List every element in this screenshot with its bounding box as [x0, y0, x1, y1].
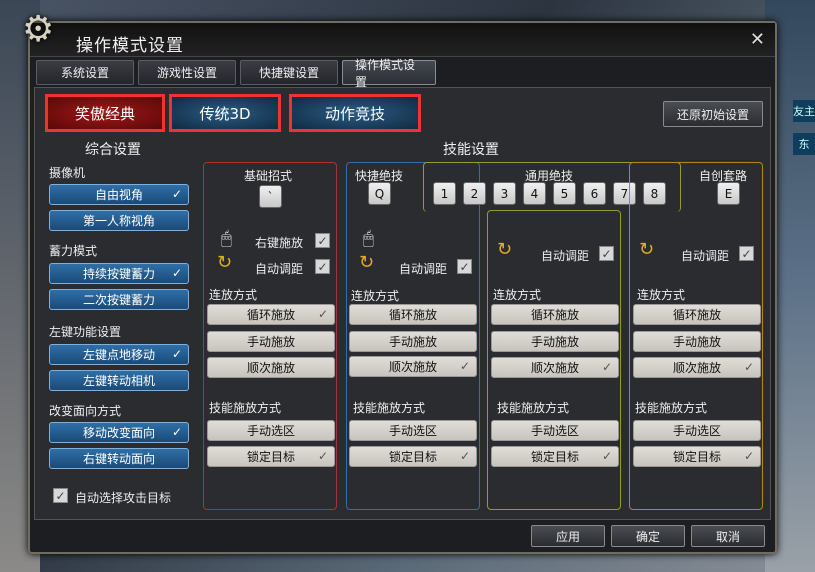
lock-target-button[interactable]: 锁定目标	[491, 446, 619, 467]
general-key-3[interactable]: 3	[493, 182, 516, 205]
auto-range-label: 自动调距	[681, 249, 730, 263]
auto-range-icon: ↻	[497, 239, 513, 260]
cast-mode-label: 技能施放方式	[497, 401, 570, 415]
basic-key[interactable]: `	[259, 185, 282, 208]
tab-hotkeys[interactable]: 快捷键设置	[240, 60, 338, 85]
free-view-button[interactable]: 自由视角	[49, 184, 189, 205]
mode-classic-button[interactable]: 笑傲经典	[45, 94, 165, 132]
first-person-button[interactable]: 第一人称视角	[49, 210, 189, 231]
general-key-5[interactable]: 5	[553, 182, 576, 205]
loop-cast-button[interactable]: 循环施放	[349, 304, 477, 325]
custom-key[interactable]: E	[717, 182, 740, 205]
auto-target-checkbox[interactable]: ✓	[53, 488, 68, 503]
move-direction-button[interactable]: 移动改变面向	[49, 422, 189, 443]
general-key-2[interactable]: 2	[463, 182, 486, 205]
auto-range-checkbox[interactable]: ✓	[315, 259, 330, 274]
loop-cast-button[interactable]: 循环施放	[207, 304, 335, 325]
background-tag: 友主	[793, 100, 815, 122]
auto-range-icon: ↻	[639, 239, 655, 260]
auto-range-checkbox[interactable]: ✓	[739, 246, 754, 261]
sequence-cast-button[interactable]: 顺次施放	[207, 357, 335, 378]
manual-area-button[interactable]: 手动选区	[349, 420, 477, 441]
manual-cast-button[interactable]: 手动施放	[349, 331, 477, 352]
direction-label: 改变面向方式	[49, 404, 122, 418]
mouse-icon: 🖱	[221, 228, 232, 249]
right-direction-button[interactable]: 右键转动面向	[49, 448, 189, 469]
camera-label: 摄像机	[49, 166, 86, 180]
mouse-icon: 🖱	[363, 228, 374, 249]
tab-gameplay[interactable]: 游戏性设置	[138, 60, 236, 85]
loop-cast-button[interactable]: 循环施放	[491, 304, 619, 325]
auto-range-icon: ↻	[217, 252, 233, 273]
auto-range-checkbox[interactable]: ✓	[457, 259, 472, 274]
left-move-button[interactable]: 左键点地移动	[49, 344, 189, 365]
general-key-4[interactable]: 4	[523, 182, 546, 205]
basic-label: 基础招式	[244, 169, 293, 183]
apply-button[interactable]: 应用	[531, 525, 605, 547]
cast-mode-label: 技能施放方式	[209, 401, 282, 415]
double-charge-button[interactable]: 二次按键蓄力	[49, 289, 189, 310]
close-button[interactable]: ✕	[750, 29, 765, 50]
general-title: 综合设置	[85, 142, 141, 158]
left-click-label: 左键功能设置	[49, 325, 122, 339]
manual-cast-button[interactable]: 手动施放	[491, 331, 619, 352]
auto-range-icon: ↻	[359, 252, 375, 273]
settings-window: ⚙ 操作模式设置 ✕ 系统设置 游戏性设置 快捷键设置 操作模式设置 笑傲经典 …	[22, 9, 777, 554]
manual-area-button[interactable]: 手动选区	[207, 420, 335, 441]
ok-button[interactable]: 确定	[611, 525, 685, 547]
cancel-button[interactable]: 取消	[691, 525, 765, 547]
tab-system[interactable]: 系统设置	[36, 60, 134, 85]
mode-action-button[interactable]: 动作竞技	[289, 94, 421, 132]
window-title: 操作模式设置	[76, 36, 184, 56]
right-cast-checkbox[interactable]: ✓	[315, 233, 330, 248]
auto-range-label: 自动调距	[399, 262, 448, 276]
cast-mode-label: 技能施放方式	[635, 401, 708, 415]
right-cast-label: 右键施放	[255, 236, 304, 250]
reset-defaults-button[interactable]: 还原初始设置	[663, 101, 763, 127]
combo-label: 连放方式	[493, 288, 542, 302]
combo-label: 连放方式	[351, 289, 400, 303]
manual-cast-button[interactable]: 手动施放	[207, 331, 335, 352]
lock-target-button[interactable]: 锁定目标	[207, 446, 335, 467]
auto-range-label: 自动调距	[255, 262, 304, 276]
auto-target-label: 自动选择攻击目标	[75, 491, 172, 505]
tab-control-mode[interactable]: 操作模式设置	[342, 58, 436, 89]
loop-cast-button[interactable]: 循环施放	[633, 304, 761, 325]
cast-mode-label: 技能施放方式	[353, 401, 426, 415]
hold-charge-button[interactable]: 持续按键蓄力	[49, 263, 189, 284]
manual-area-button[interactable]: 手动选区	[491, 420, 619, 441]
combo-label: 连放方式	[209, 288, 258, 302]
charge-label: 蓄力模式	[49, 244, 98, 258]
general-key-1[interactable]: 1	[433, 182, 456, 205]
quick-key[interactable]: Q	[368, 182, 391, 205]
main-panel: 笑傲经典 传统3D 动作竞技 还原初始设置 综合设置 摄像机 自由视角 第一人称…	[34, 87, 771, 520]
manual-cast-button[interactable]: 手动施放	[633, 331, 761, 352]
left-camera-button[interactable]: 左键转动相机	[49, 370, 189, 391]
gear-icon: ⚙	[22, 9, 55, 50]
sequence-cast-button[interactable]: 顺次施放	[633, 357, 761, 378]
background-tag: 东	[793, 133, 815, 155]
auto-range-label: 自动调距	[541, 249, 590, 263]
skills-title: 技能设置	[443, 142, 499, 158]
sequence-cast-button[interactable]: 顺次施放	[491, 357, 619, 378]
sequence-cast-button[interactable]: 顺次施放	[349, 356, 477, 377]
tab-bar: 系统设置 游戏性设置 快捷键设置 操作模式设置	[36, 58, 436, 89]
title-bar: ⚙ 操作模式设置 ✕	[22, 9, 775, 57]
lock-target-button[interactable]: 锁定目标	[349, 446, 477, 467]
lock-target-button[interactable]: 锁定目标	[633, 446, 761, 467]
manual-area-button[interactable]: 手动选区	[633, 420, 761, 441]
combo-label: 连放方式	[637, 288, 686, 302]
auto-range-checkbox[interactable]: ✓	[599, 246, 614, 261]
general-key-6[interactable]: 6	[583, 182, 606, 205]
mode-3d-button[interactable]: 传统3D	[169, 94, 281, 132]
